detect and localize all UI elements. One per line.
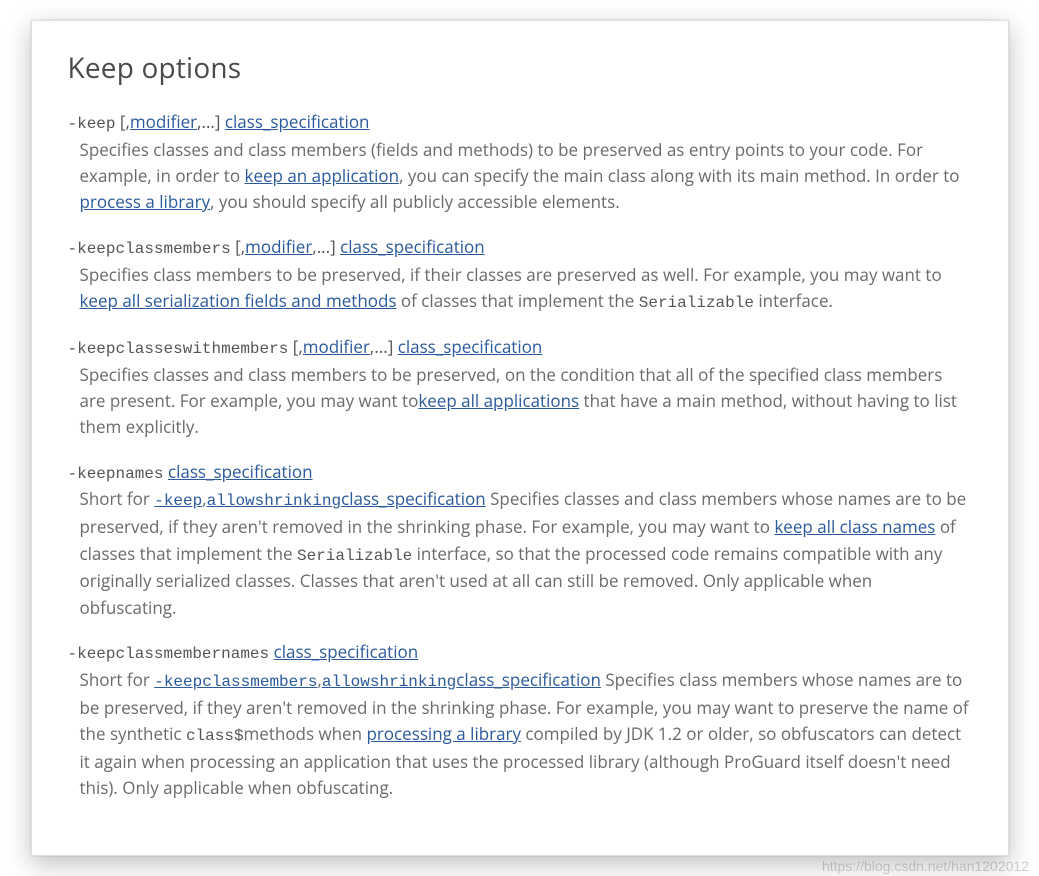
desc-text: , you should specify all publicly access… [210,190,620,213]
modifier-link[interactable]: modifier [303,335,370,358]
option-line: -keepclassmembers [,modifier,...] class_… [68,234,972,262]
desc-link[interactable]: class_specification [341,487,486,510]
desc-link[interactable]: keep all serialization fields and method… [80,289,397,312]
bracket-text: ,...] [312,235,340,258]
class-spec-link[interactable]: class_specification [398,335,543,358]
desc-link[interactable]: keep all applications [418,389,579,412]
desc-text: , you can specify the main class along w… [399,164,959,187]
option-flag: -keepnames [68,465,164,483]
desc-link[interactable]: process a library [80,190,211,213]
option-flag: -keepclasseswithmembers [68,340,289,358]
desc-text: Specifies class members to be preserved,… [80,263,942,286]
desc-text: Short for [80,487,155,510]
desc-text: interface. [754,289,833,312]
class-spec-link[interactable]: class_specification [225,110,370,133]
desc-mono-link[interactable]: allowshrinking [207,492,341,510]
option-entry: -keepclassmembernames class_specificatio… [68,639,972,801]
desc-link[interactable]: class_specification [456,668,601,691]
doc-card: Keep options -keep [,modifier,...] class… [31,20,1009,856]
desc-mono: Serializable [639,294,754,312]
option-description: Short for -keepclassmembers,allowshrinki… [68,667,972,802]
class-spec-link[interactable]: class_specification [340,235,485,258]
bracket-text: ,...] [197,110,225,133]
desc-text: methods when [244,722,367,745]
bracket-text: [, [288,335,302,358]
bracket-text: ,...] [370,335,398,358]
option-flag: -keepclassmembers [68,240,231,258]
option-line: -keepnames class_specification [68,459,972,487]
desc-link[interactable]: processing a library [366,722,521,745]
option-flag: -keep [68,115,116,133]
option-line: -keepclasseswithmembers [,modifier,...] … [68,334,972,362]
option-entry: -keep [,modifier,...] class_specificatio… [68,109,972,216]
bracket-text: [, [116,110,130,133]
class-spec-link[interactable]: class_specification [274,640,419,663]
page-title: Keep options [68,49,972,87]
class-spec-link[interactable]: class_specification [168,460,313,483]
option-entry: -keepnames class_specificationShort for … [68,459,972,621]
option-line: -keepclassmembernames class_specificatio… [68,639,972,667]
option-entry: -keepclassmembers [,modifier,...] class_… [68,234,972,316]
desc-mono: class$ [186,727,244,745]
bracket-text: [, [231,235,245,258]
modifier-link[interactable]: modifier [245,235,312,258]
desc-link[interactable]: keep an application [245,164,400,187]
option-description: Specifies classes and class members to b… [68,362,972,441]
modifier-link[interactable]: modifier [130,110,197,133]
desc-text: Short for [80,668,155,691]
option-line: -keep [,modifier,...] class_specificatio… [68,109,972,137]
desc-link[interactable]: keep all class names [774,515,935,538]
desc-text: of classes that implement the [397,289,639,312]
desc-mono-link[interactable]: -keepclassmembers [154,673,317,691]
option-description: Specifies class members to be preserved,… [68,262,972,316]
entries-container: -keep [,modifier,...] class_specificatio… [68,109,972,801]
desc-mono-link[interactable]: allowshrinking [322,673,456,691]
desc-mono: Serializable [297,547,412,565]
option-entry: -keepclasseswithmembers [,modifier,...] … [68,334,972,441]
option-description: Specifies classes and class members (fie… [68,137,972,216]
option-description: Short for -keep,allowshrinkingclass_spec… [68,486,972,621]
watermark: https://blog.csdn.net/han1202012 [822,858,1029,874]
desc-mono-link[interactable]: -keep [154,492,202,510]
option-flag: -keepclassmembernames [68,645,270,663]
